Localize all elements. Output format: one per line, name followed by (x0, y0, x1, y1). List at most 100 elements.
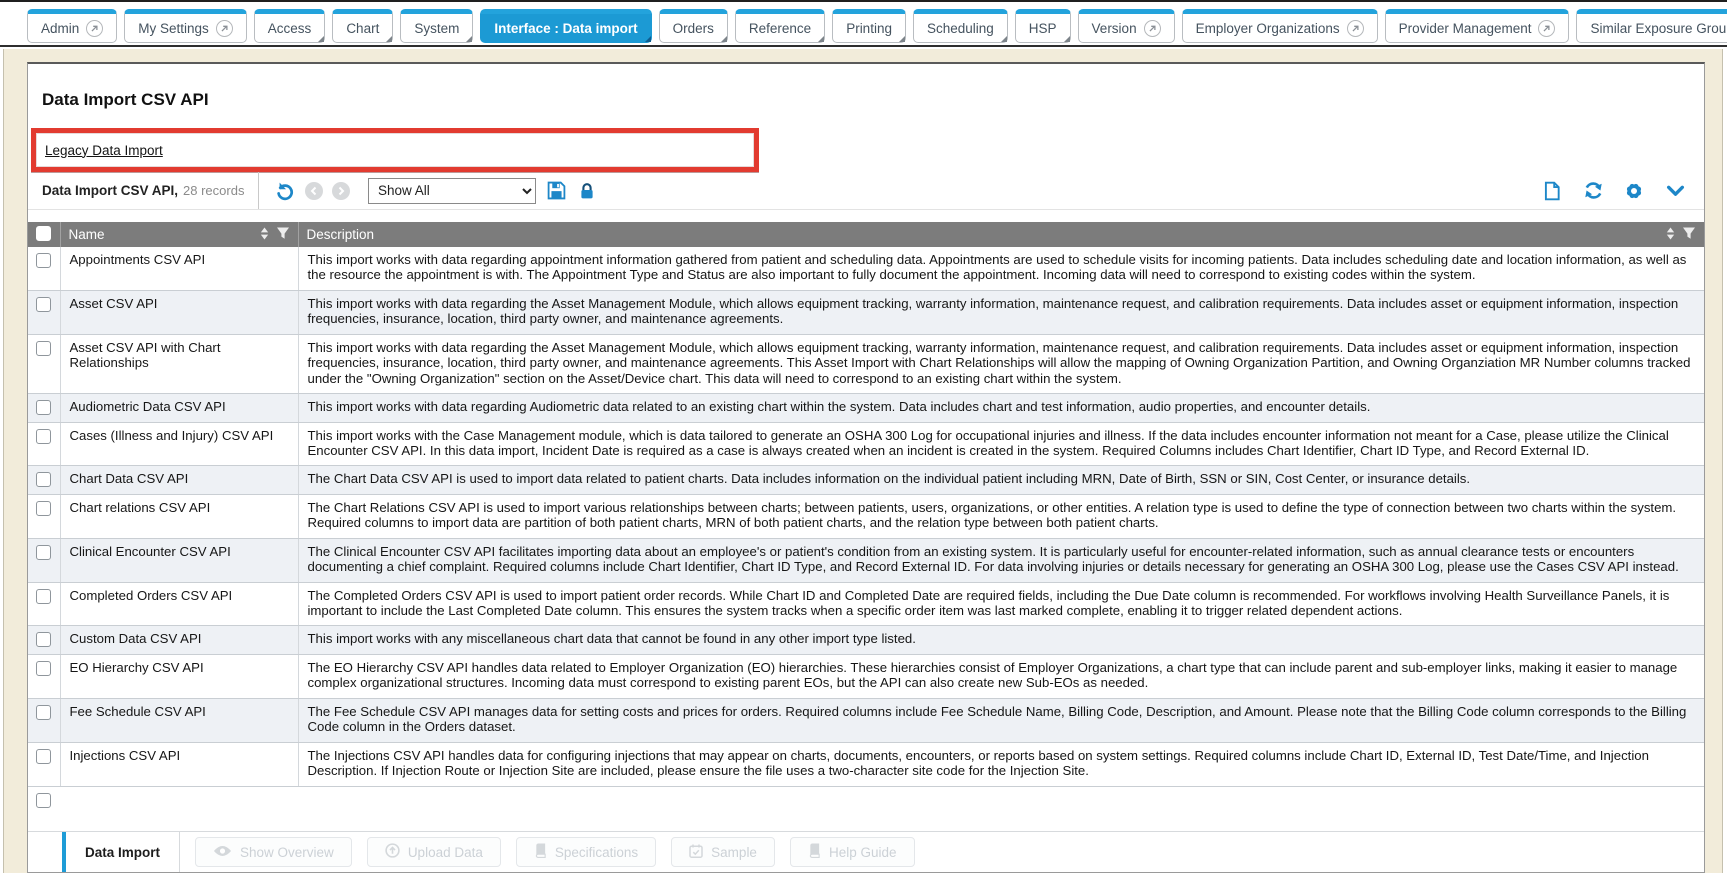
external-link-icon (216, 20, 233, 37)
table-row[interactable]: Fee Schedule CSV API The Fee Schedule CS… (28, 698, 1704, 742)
chevron-down-icon[interactable] (1664, 180, 1686, 202)
button-label: Sample (711, 845, 757, 860)
table-row[interactable]: Completed Orders CSV API The Completed O… (28, 582, 1704, 626)
show-overview-button[interactable]: Show Overview (195, 837, 352, 867)
row-checkbox[interactable] (36, 793, 51, 808)
table-row[interactable]: Appointments CSV API This import works w… (28, 247, 1704, 290)
tab-system[interactable]: System (400, 9, 473, 43)
row-checkbox[interactable] (36, 253, 51, 268)
help-guide-button[interactable]: Help Guide (790, 837, 915, 867)
tab-reference[interactable]: Reference (735, 9, 825, 43)
sort-icon[interactable] (1665, 226, 1676, 244)
tab-label: Interface : Data import (494, 14, 637, 43)
name-column-label: Name (69, 227, 105, 242)
tab-chart[interactable]: Chart (332, 9, 393, 43)
row-description: The Fee Schedule CSV API manages data fo… (298, 698, 1704, 742)
tab-admin[interactable]: Admin (27, 9, 117, 43)
tab-interface-data-import[interactable]: Interface : Data import (480, 9, 651, 43)
row-checkbox[interactable] (36, 297, 51, 312)
row-checkbox[interactable] (36, 749, 51, 764)
external-link-icon (1144, 20, 1161, 37)
row-name: Audiometric Data CSV API (60, 394, 298, 422)
new-record-icon[interactable] (1541, 180, 1563, 202)
book-icon (808, 843, 821, 861)
right-margin (1722, 49, 1727, 873)
undo-icon[interactable] (274, 180, 296, 202)
name-column-header[interactable]: Name (60, 222, 298, 247)
save-icon[interactable] (545, 180, 567, 202)
table-row[interactable]: Cases (Illness and Injury) CSV API This … (28, 422, 1704, 466)
toolbar-left-icons: Show All (259, 178, 598, 204)
row-checkbox[interactable] (36, 589, 51, 604)
table-row[interactable]: Chart relations CSV API The Chart Relati… (28, 494, 1704, 538)
table-row[interactable]: Asset CSV API with Chart Relationships T… (28, 334, 1704, 393)
tab-label: My Settings (138, 14, 209, 43)
eye-icon (213, 845, 232, 860)
button-label: Show Overview (240, 845, 334, 860)
tab-orders[interactable]: Orders (659, 9, 728, 43)
grid-toolbar: Data Import CSV API, 28 records Show All (28, 172, 1704, 210)
select-all-checkbox[interactable] (36, 226, 51, 241)
tab-my-settings[interactable]: My Settings (124, 9, 247, 43)
row-checkbox[interactable] (36, 472, 51, 487)
row-name: Asset CSV API (60, 290, 298, 334)
gear-icon[interactable] (1623, 180, 1645, 202)
table-row[interactable]: Asset CSV API This import works with dat… (28, 290, 1704, 334)
specifications-button[interactable]: Specifications (516, 837, 656, 867)
sample-button[interactable]: Sample (671, 837, 775, 867)
previous-record-icon[interactable] (305, 182, 323, 200)
row-name: Completed Orders CSV API (60, 582, 298, 626)
tab-label: Similar Exposure Groups (SEGs) (1590, 14, 1727, 43)
tab-label: Provider Management (1399, 14, 1532, 43)
tab-hsp[interactable]: HSP (1015, 9, 1071, 43)
footer-tab-data-import[interactable]: Data Import (62, 832, 180, 873)
row-checkbox[interactable] (36, 632, 51, 647)
tab-label: System (414, 14, 459, 43)
row-description: This import works with data regarding th… (298, 290, 1704, 334)
annotation-red-box: Legacy Data Import (31, 128, 759, 172)
filter-icon[interactable] (276, 226, 290, 243)
table-row[interactable]: EO Hierarchy CSV API The EO Hierarchy CS… (28, 654, 1704, 698)
filter-icon[interactable] (1682, 226, 1696, 243)
row-checkbox[interactable] (36, 705, 51, 720)
description-column-header[interactable]: Description (298, 222, 1704, 247)
table-row[interactable]: Clinical Encounter CSV API The Clinical … (28, 538, 1704, 582)
table-row[interactable]: Chart Data CSV API The Chart Data CSV AP… (28, 466, 1704, 494)
sort-icon[interactable] (259, 226, 270, 244)
tab-provider-management[interactable]: Provider Management (1385, 9, 1570, 43)
row-description: This import works with the Case Manageme… (298, 422, 1704, 466)
lock-icon[interactable] (576, 180, 598, 202)
row-name: Chart relations CSV API (60, 494, 298, 538)
toolbar-right-icons (1541, 180, 1704, 202)
tab-printing[interactable]: Printing (832, 9, 906, 43)
grid-title-cell: Data Import CSV API, 28 records (28, 172, 259, 209)
row-description: The Completed Orders CSV API is used to … (298, 582, 1704, 626)
table-row[interactable]: Audiometric Data CSV API This import wor… (28, 394, 1704, 422)
table-row[interactable]: Injections CSV API The Injections CSV AP… (28, 742, 1704, 786)
row-name: Fee Schedule CSV API (60, 698, 298, 742)
next-record-icon[interactable] (332, 182, 350, 200)
row-checkbox[interactable] (36, 341, 51, 356)
grid-title: Data Import CSV API, (42, 183, 178, 198)
row-checkbox[interactable] (36, 501, 51, 516)
button-label: Help Guide (829, 845, 897, 860)
row-checkbox[interactable] (36, 400, 51, 415)
table-row[interactable]: Custom Data CSV API This import works wi… (28, 626, 1704, 654)
row-name: Custom Data CSV API (60, 626, 298, 654)
legacy-data-import-link[interactable]: Legacy Data Import (45, 143, 163, 158)
description-column-label: Description (307, 227, 375, 242)
filter-select[interactable]: Show All (368, 178, 536, 204)
upload-data-button[interactable]: Upload Data (367, 837, 501, 867)
row-checkbox[interactable] (36, 545, 51, 560)
row-checkbox[interactable] (36, 661, 51, 676)
tab-similar-exposure-groups[interactable]: Similar Exposure Groups (SEGs) (1576, 9, 1727, 43)
tab-access[interactable]: Access (254, 9, 326, 43)
tab-version[interactable]: Version (1078, 9, 1175, 43)
button-label: Upload Data (408, 845, 483, 860)
tab-employer-organizations[interactable]: Employer Organizations (1182, 9, 1378, 43)
tab-scheduling[interactable]: Scheduling (913, 9, 1008, 43)
row-checkbox[interactable] (36, 429, 51, 444)
refresh-icon[interactable] (1582, 180, 1604, 202)
tab-label: Reference (749, 14, 811, 43)
book-icon (534, 843, 547, 861)
